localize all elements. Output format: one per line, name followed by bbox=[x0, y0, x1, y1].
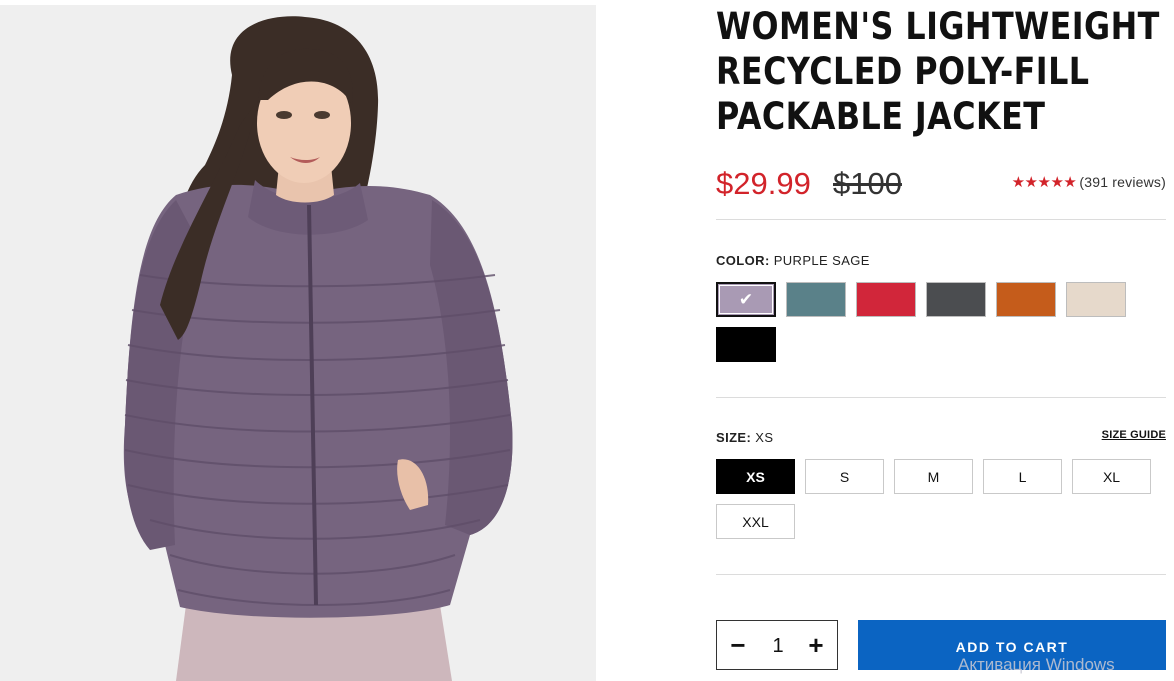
color-label: COLOR: bbox=[716, 253, 770, 268]
swatch-purple-sage[interactable]: ✔ bbox=[716, 282, 776, 317]
swatch-black[interactable] bbox=[716, 327, 776, 362]
size-label: SIZE: bbox=[716, 430, 752, 445]
price-row: $29.99 $100 ★★★★★ (391 reviews) bbox=[716, 160, 1166, 210]
product-title-line: RECYCLED POLY-FILL bbox=[716, 50, 1090, 93]
selected-color: PURPLE SAGE bbox=[773, 253, 870, 268]
quantity-input[interactable]: 1 bbox=[763, 635, 793, 658]
quantity-decrease-button[interactable]: − bbox=[723, 629, 753, 661]
swatch-oat[interactable] bbox=[1066, 282, 1126, 317]
color-label-row: COLOR: PURPLE SAGE bbox=[716, 253, 870, 268]
product-image[interactable] bbox=[0, 5, 596, 681]
size-guide-link[interactable]: SIZE GUIDE bbox=[1102, 429, 1166, 441]
size-option-xl[interactable]: XL bbox=[1072, 459, 1151, 494]
divider bbox=[716, 397, 1166, 398]
product-photo-icon bbox=[0, 5, 596, 681]
swatch-teal-slate[interactable] bbox=[786, 282, 846, 317]
windows-activation-watermark: Активация Windows bbox=[958, 655, 1115, 674]
quantity-stepper: − 1 + bbox=[716, 620, 838, 670]
swatch-red[interactable] bbox=[856, 282, 916, 317]
product-title-line: WOMEN'S LIGHTWEIGHT bbox=[716, 5, 1160, 48]
star-rating-icon: ★★★★★ bbox=[1011, 174, 1077, 191]
size-option-l[interactable]: L bbox=[983, 459, 1062, 494]
selected-size: XS bbox=[755, 430, 774, 445]
product-title-line: PACKABLE JACKET bbox=[716, 95, 1046, 138]
divider bbox=[716, 219, 1166, 220]
quantity-increase-button[interactable]: + bbox=[801, 629, 831, 661]
rating[interactable]: ★★★★★ (391 reviews) bbox=[1012, 173, 1166, 191]
sale-price: $29.99 bbox=[716, 166, 811, 201]
product-title: WOMEN'S LIGHTWEIGHT RECYCLED POLY-FILL P… bbox=[716, 4, 1160, 139]
size-option-m[interactable]: M bbox=[894, 459, 973, 494]
size-option-s[interactable]: S bbox=[805, 459, 884, 494]
original-price: $100 bbox=[833, 166, 902, 201]
size-option-xs[interactable]: XS bbox=[716, 459, 795, 494]
swatch-burnt-orange[interactable] bbox=[996, 282, 1056, 317]
swatch-charcoal[interactable] bbox=[926, 282, 986, 317]
review-count-link[interactable]: (391 reviews) bbox=[1079, 174, 1166, 190]
divider bbox=[716, 574, 1166, 575]
size-label-row: SIZE: XS bbox=[716, 430, 773, 445]
size-option-xxl[interactable]: XXL bbox=[716, 504, 795, 539]
check-icon: ✔ bbox=[738, 289, 754, 309]
